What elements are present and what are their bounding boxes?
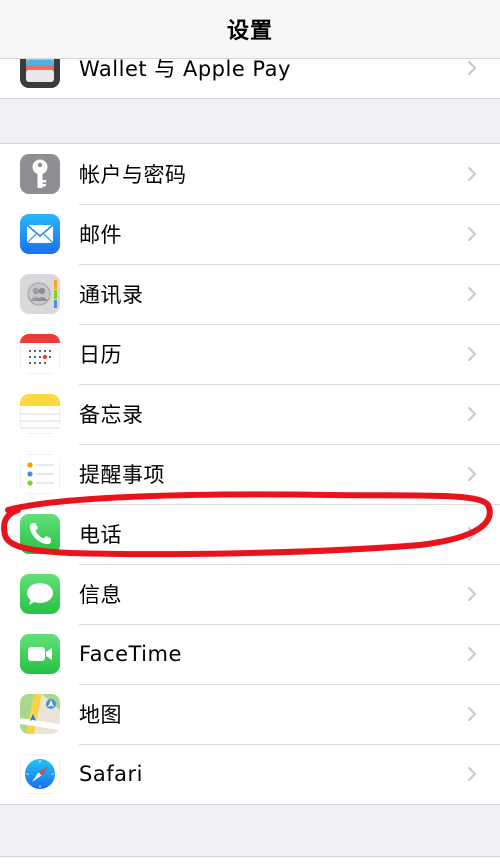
settings-row-messages[interactable]: 信息 bbox=[0, 564, 500, 624]
settings-row-label: Safari bbox=[79, 762, 143, 786]
key-icon bbox=[20, 154, 60, 194]
settings-row-label: 备忘录 bbox=[79, 403, 144, 427]
settings-row-reminders[interactable]: 提醒事项 bbox=[0, 444, 500, 504]
chevron-right-icon bbox=[464, 646, 480, 662]
chevron-right-icon bbox=[464, 346, 480, 362]
notes-icon bbox=[20, 394, 60, 434]
settings-row-safari[interactable]: Safari bbox=[0, 744, 500, 804]
maps-icon bbox=[20, 694, 60, 734]
chevron-right-icon bbox=[464, 406, 480, 422]
contacts-icon bbox=[20, 274, 60, 314]
chevron-right-icon bbox=[464, 166, 480, 182]
settings-row-accounts-passwords[interactable]: 帐户与密码 bbox=[0, 144, 500, 204]
settings-row-maps[interactable]: 地图 bbox=[0, 684, 500, 744]
settings-row-label: 提醒事项 bbox=[79, 463, 165, 487]
settings-row-label: 地图 bbox=[79, 703, 122, 727]
settings-row-calendar[interactable]: 日历 bbox=[0, 324, 500, 384]
apps-group: 帐户与密码 邮件 通讯录 日历 备忘录 提醒事项 电话 信息 FaceTime … bbox=[0, 143, 500, 805]
settings-row-notes[interactable]: 备忘录 bbox=[0, 384, 500, 444]
reminders-icon bbox=[20, 454, 60, 494]
chevron-right-icon bbox=[464, 766, 480, 782]
chevron-right-icon bbox=[464, 526, 480, 542]
settings-row-mail[interactable]: 邮件 bbox=[0, 204, 500, 264]
calendar-icon bbox=[20, 334, 60, 374]
mail-icon bbox=[20, 214, 60, 254]
settings-row-label: 通讯录 bbox=[79, 283, 144, 307]
messages-icon bbox=[20, 574, 60, 614]
facetime-icon bbox=[20, 634, 60, 674]
phone-icon bbox=[20, 514, 60, 554]
settings-row-facetime[interactable]: FaceTime bbox=[0, 624, 500, 684]
settings-row-label: 信息 bbox=[79, 583, 122, 607]
settings-row-phone[interactable]: 电话 bbox=[0, 504, 500, 564]
navigation-bar: 设置 bbox=[0, 0, 500, 59]
settings-row-contacts[interactable]: 通讯录 bbox=[0, 264, 500, 324]
settings-row-label: 电话 bbox=[79, 523, 122, 547]
settings-row-label: FaceTime bbox=[79, 642, 182, 666]
settings-row-label: 日历 bbox=[79, 343, 122, 367]
chevron-right-icon bbox=[464, 286, 480, 302]
page-title: 设置 bbox=[226, 19, 273, 44]
chevron-right-icon bbox=[464, 706, 480, 722]
chevron-right-icon bbox=[464, 226, 480, 242]
chevron-right-icon bbox=[464, 60, 480, 76]
chevron-right-icon bbox=[464, 586, 480, 602]
next-group-edge bbox=[0, 856, 500, 867]
safari-icon bbox=[20, 754, 60, 794]
settings-row-label: 邮件 bbox=[79, 223, 122, 247]
settings-row-label: 帐户与密码 bbox=[79, 163, 187, 187]
chevron-right-icon bbox=[464, 466, 480, 482]
